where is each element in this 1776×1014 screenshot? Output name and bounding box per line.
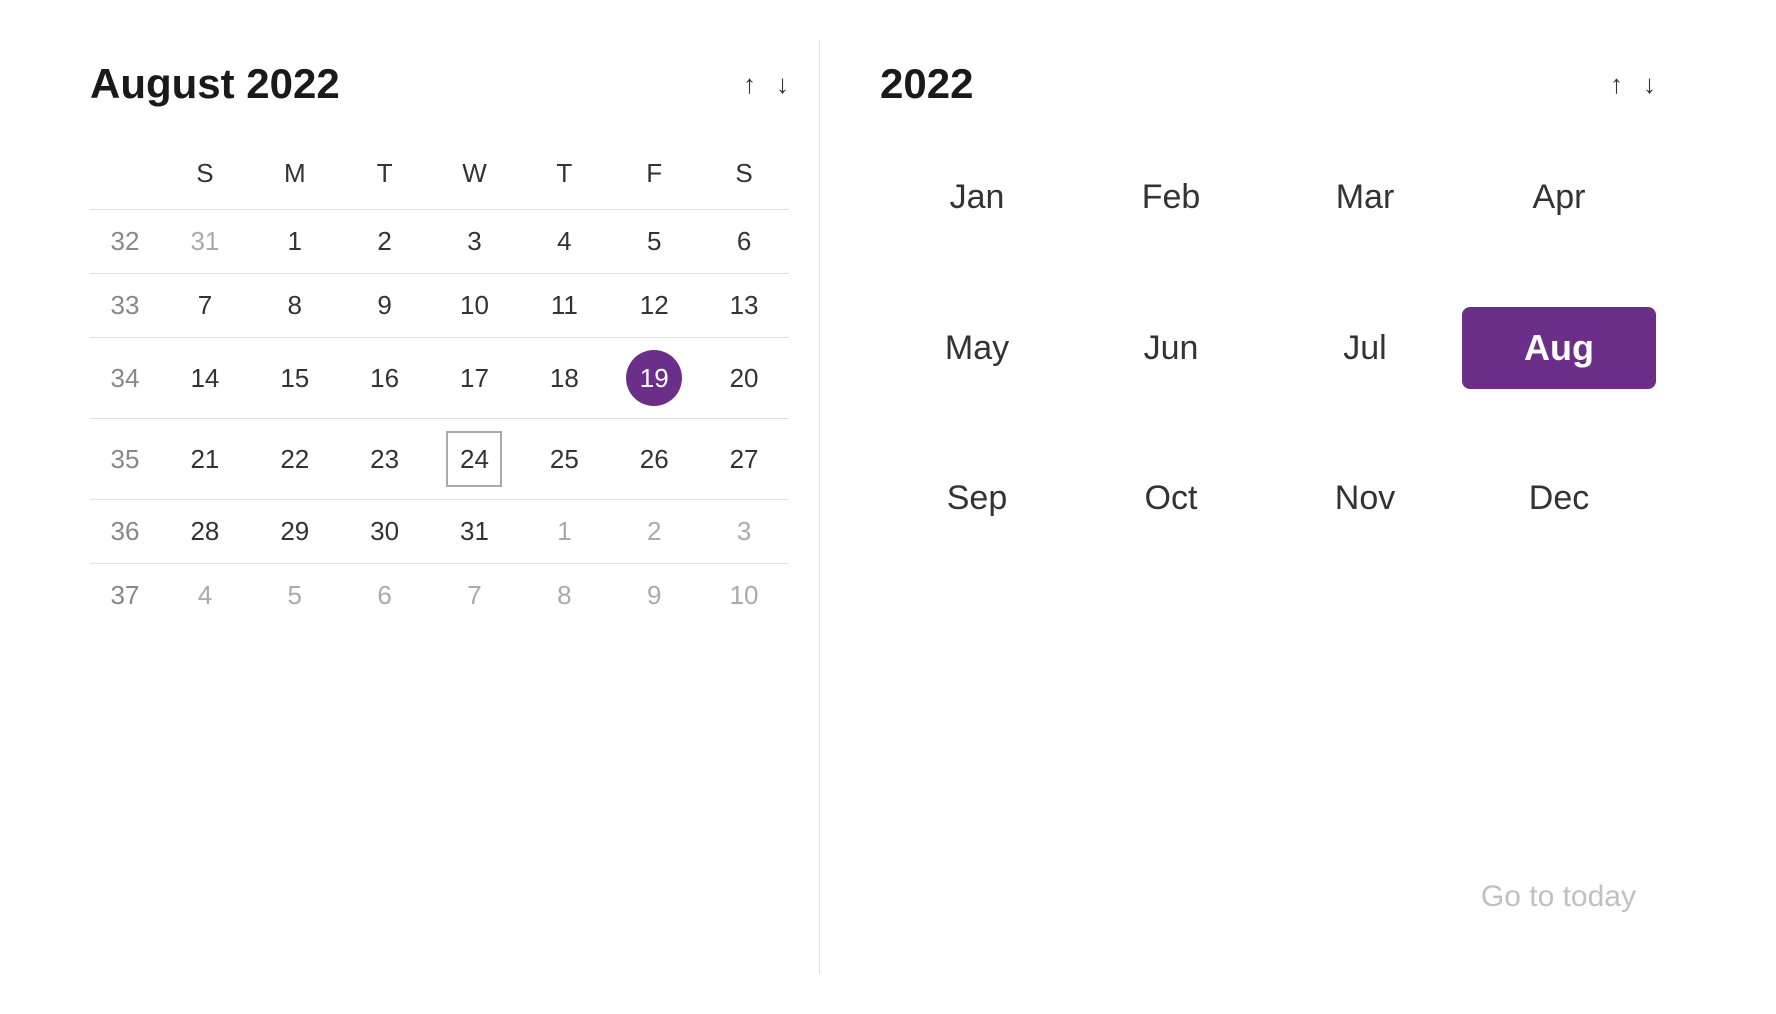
calendar-day[interactable]: 11 [519,274,609,337]
calendar-day[interactable]: 24 [430,419,520,499]
week-col-header [90,148,160,209]
go-to-today-button[interactable]: Go to today [1481,880,1636,914]
month-nav-arrows: ↑ ↓ [743,71,789,97]
week-number: 33 [90,274,160,337]
year-down-arrow[interactable]: ↓ [1643,71,1656,97]
month-panel: August 2022 ↑ ↓ SMTWTFS32311234563378910… [60,40,820,974]
calendar-grid: SMTWTFS323112345633789101112133414151617… [90,148,789,627]
year-header: 2022 ↑ ↓ [880,60,1656,108]
day-header: T [519,148,609,209]
calendar-day[interactable]: 12 [609,274,699,337]
calendar-day[interactable]: 7 [430,564,520,627]
year-month-cell[interactable]: Sep [880,469,1074,528]
year-month-cell[interactable]: Feb [1074,168,1268,227]
year-month-cell[interactable]: Jul [1268,307,1462,389]
week-number: 32 [90,210,160,273]
week-number: 35 [90,419,160,499]
day-header: T [340,148,430,209]
calendar-day[interactable]: 5 [609,210,699,273]
day-header: F [609,148,699,209]
year-month-cell[interactable]: Aug [1462,307,1656,389]
calendar-day[interactable]: 2 [340,210,430,273]
year-nav-arrows: ↑ ↓ [1610,71,1656,97]
calendar-day[interactable]: 17 [430,338,520,418]
calendar-day[interactable]: 27 [699,419,789,499]
year-month-cell[interactable]: Dec [1462,469,1656,528]
calendar-day[interactable]: 3 [430,210,520,273]
calendar-day[interactable]: 10 [430,274,520,337]
year-title: 2022 [880,60,1610,108]
calendar-day[interactable]: 6 [340,564,430,627]
day-header: S [699,148,789,209]
calendar-day[interactable]: 3 [699,500,789,563]
week-number: 36 [90,500,160,563]
calendar-day[interactable]: 16 [340,338,430,418]
month-title: August 2022 [90,60,743,108]
year-month-cell[interactable]: Nov [1268,469,1462,528]
year-month-cell[interactable]: Jun [1074,307,1268,389]
calendar-day[interactable]: 15 [250,338,340,418]
calendar-day[interactable]: 30 [340,500,430,563]
calendar-day[interactable]: 29 [250,500,340,563]
day-header: M [250,148,340,209]
calendar-day[interactable]: 26 [609,419,699,499]
calendar-day[interactable]: 18 [519,338,609,418]
calendar-day[interactable]: 6 [699,210,789,273]
day-header: S [160,148,250,209]
calendar-day[interactable]: 31 [160,210,250,273]
calendar-day[interactable]: 4 [160,564,250,627]
calendar-day[interactable]: 4 [519,210,609,273]
month-down-arrow[interactable]: ↓ [776,71,789,97]
week-number: 37 [90,564,160,627]
year-up-arrow[interactable]: ↑ [1610,71,1623,97]
year-month-cell[interactable]: May [880,307,1074,389]
day-header: W [430,148,520,209]
calendar-day[interactable]: 21 [160,419,250,499]
calendar-day[interactable]: 31 [430,500,520,563]
calendar-day[interactable]: 13 [699,274,789,337]
week-number: 34 [90,338,160,418]
month-header: August 2022 ↑ ↓ [90,60,789,108]
calendar-day[interactable]: 20 [699,338,789,418]
calendar-container: August 2022 ↑ ↓ SMTWTFS32311234563378910… [0,0,1776,1014]
calendar-day[interactable]: 19 [609,338,699,418]
calendar-day[interactable]: 25 [519,419,609,499]
month-grid: JanFebMarApr MayJunJulAug SepOctNovDec [880,168,1656,528]
year-month-cell[interactable]: Mar [1268,168,1462,227]
year-panel-wrapper: 2022 ↑ ↓ JanFebMarApr MayJunJulAug SepOctN… [820,40,1716,974]
calendar-day[interactable]: 1 [519,500,609,563]
calendar-day[interactable]: 8 [519,564,609,627]
calendar-day[interactable]: 10 [699,564,789,627]
calendar-day[interactable]: 7 [160,274,250,337]
calendar-day[interactable]: 14 [160,338,250,418]
year-panel: 2022 ↑ ↓ JanFebMarApr MayJunJulAug SepOctN… [820,40,1716,548]
calendar-day[interactable]: 5 [250,564,340,627]
calendar-day[interactable]: 2 [609,500,699,563]
year-month-cell[interactable]: Oct [1074,469,1268,528]
calendar-day[interactable]: 1 [250,210,340,273]
month-up-arrow[interactable]: ↑ [743,71,756,97]
calendar-day[interactable]: 8 [250,274,340,337]
calendar-day[interactable]: 9 [340,274,430,337]
calendar-day[interactable]: 28 [160,500,250,563]
calendar-day[interactable]: 9 [609,564,699,627]
year-month-cell[interactable]: Apr [1462,168,1656,227]
calendar-day[interactable]: 23 [340,419,430,499]
calendar-day[interactable]: 22 [250,419,340,499]
year-month-cell[interactable]: Jan [880,168,1074,227]
